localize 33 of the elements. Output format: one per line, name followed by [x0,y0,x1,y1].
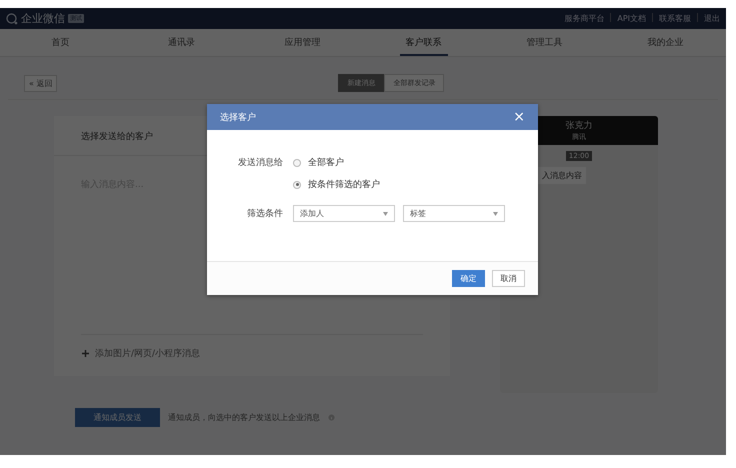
top-link[interactable]: API文档 [617,13,646,24]
send-button[interactable]: 通知成员发送 [75,408,160,427]
radio-icon[interactable] [293,158,301,166]
add-attachment-link[interactable]: 添加图片/网页/小程序消息 [95,347,200,360]
caret-icon[interactable] [383,212,388,216]
top-link[interactable]: 服务商平台 [564,13,604,24]
message-bubble: 入消息内容 [538,167,586,184]
cancel-button[interactable]: 取消 [492,270,525,287]
nav-tab[interactable]: 管理工具 [484,29,605,56]
confirm-button[interactable]: 确定 [452,270,485,287]
caret-icon[interactable] [493,212,498,216]
top-link[interactable]: 退出 [704,13,720,24]
dropdown[interactable]: 添加人 [293,205,395,222]
info-icon[interactable] [328,414,335,421]
radio-icon[interactable] [293,180,301,188]
nav-tab[interactable]: 应用管理 [242,29,363,56]
back-button[interactable]: « 返回 [24,74,58,92]
logo-text: 企业微信 [21,11,65,26]
dialog-title: 选择客户 [220,112,257,124]
nav-tab[interactable]: 首页 [0,29,121,56]
filter-label: 筛选条件 [246,208,283,220]
radio-option[interactable]: 按条件筛选的客户 [293,178,538,191]
nav-tab[interactable]: 客户联系 [363,29,484,56]
nav-tab[interactable]: 通讯录 [121,29,242,56]
radio-option[interactable]: 全部客户 [293,156,538,169]
dropdown[interactable]: 标签 [403,205,505,222]
nav-tab[interactable]: 我的企业 [605,29,726,56]
top-link[interactable]: 联系客服 [659,13,691,24]
send-to-label: 发送消息给 [237,156,283,170]
logo-icon [6,12,18,24]
contact-name: 张克力 [566,120,592,132]
close-button[interactable]: × [513,110,525,124]
plus-icon[interactable] [82,350,89,357]
